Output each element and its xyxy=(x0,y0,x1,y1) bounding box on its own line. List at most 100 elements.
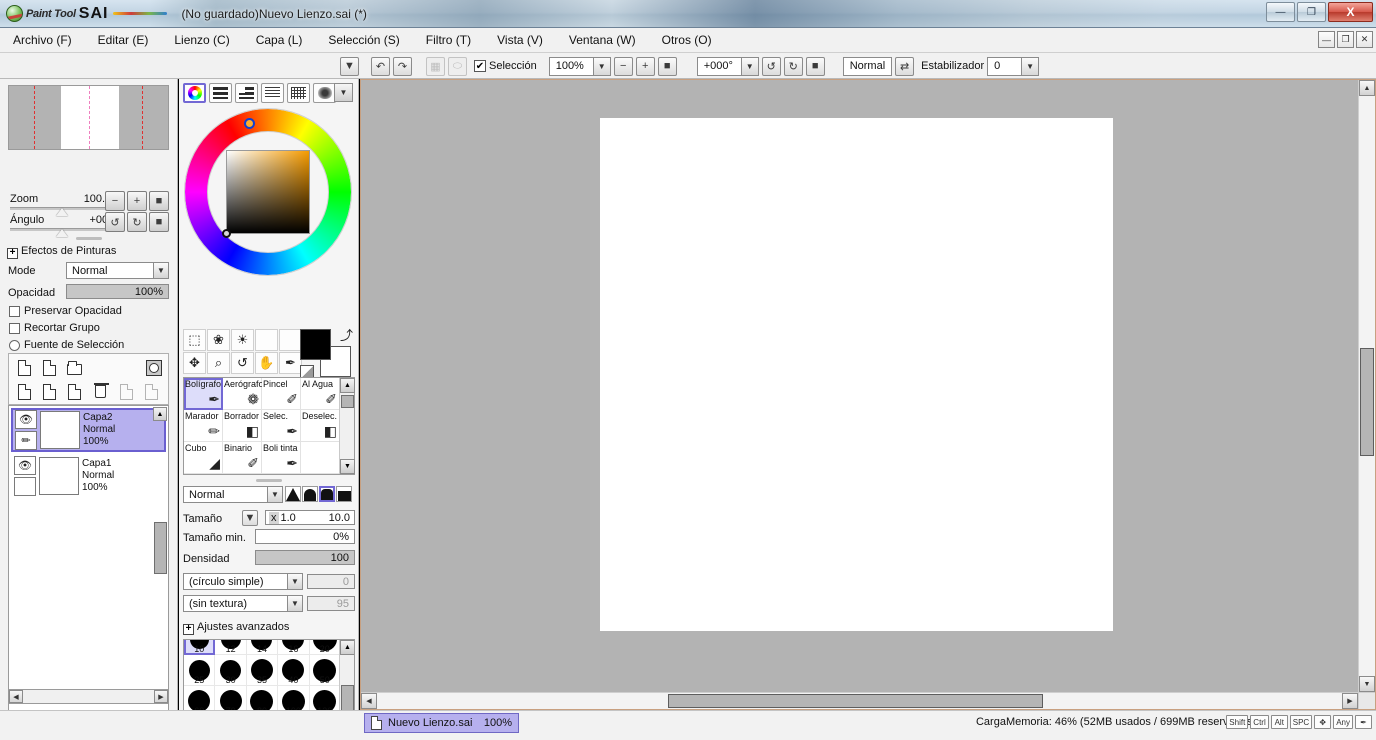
panel-resize-grip[interactable] xyxy=(75,237,102,240)
badge-spc[interactable]: SPC xyxy=(1289,715,1313,729)
layer-mask-button[interactable] xyxy=(144,358,163,377)
color-wheel[interactable] xyxy=(184,108,352,276)
toolbar-menu-dropdown-icon[interactable]: ▼ xyxy=(340,56,359,76)
stabilizer-field[interactable]: 0 ▼ xyxy=(987,56,1040,76)
menu-ventana[interactable]: Ventana (W) xyxy=(556,30,649,50)
mdi-minimize-button[interactable]: — xyxy=(1318,31,1335,48)
brush-deselec[interactable]: Deselec. ◧ xyxy=(301,410,340,442)
stabilizer-dropdown-icon[interactable]: ▼ xyxy=(1021,57,1039,75)
rotate-ccw-button[interactable]: ↺ xyxy=(761,56,781,76)
hand-tool[interactable]: ✋ xyxy=(255,352,278,374)
selection-source-radio[interactable] xyxy=(9,339,20,351)
brush-empty-slot[interactable] xyxy=(301,442,340,474)
clip-group-row[interactable]: Recortar Grupo xyxy=(9,322,100,334)
menu-capa[interactable]: Capa (L) xyxy=(243,30,316,50)
canvas-viewport[interactable] xyxy=(361,80,1358,692)
clip-group-checkbox[interactable] xyxy=(9,322,20,334)
brush-blend-mode-combo[interactable]: Normal ▼ xyxy=(183,486,283,503)
navigator-zoom-out-button[interactable]: − xyxy=(105,191,125,211)
color-mixer-mode-button[interactable] xyxy=(261,83,284,103)
menu-otros[interactable]: Otros (O) xyxy=(649,30,725,50)
canvas-scroll-down-button[interactable]: ▼ xyxy=(1359,676,1375,692)
canvas-scroll-right-button[interactable]: ▶ xyxy=(1342,693,1358,709)
restore-button[interactable]: ❐ xyxy=(1297,2,1326,22)
rotate-cw-button[interactable]: ↻ xyxy=(783,56,803,76)
rgb-sliders-mode-button[interactable] xyxy=(209,83,232,103)
navigator-zoom-in-button[interactable]: + xyxy=(127,191,147,211)
canvas-document[interactable] xyxy=(600,118,1113,631)
brush-boli-tinta[interactable]: Boli tinta ✒ xyxy=(262,442,301,474)
layer-select-icon[interactable]: ✏ xyxy=(14,477,36,496)
copy-layer-button[interactable] xyxy=(117,382,136,401)
layer-mode-dropdown-icon[interactable]: ▼ xyxy=(153,263,168,278)
rotate-reset-button[interactable]: ■ xyxy=(805,56,825,76)
brush-scroll-up[interactable]: ▲ xyxy=(340,378,355,393)
blank-tool-slot-2[interactable] xyxy=(279,329,302,351)
menu-filtro[interactable]: Filtro (T) xyxy=(413,30,484,50)
zoom-tool[interactable]: ⌕ xyxy=(207,352,230,374)
rect-select-tool[interactable]: ⬚ xyxy=(183,329,206,351)
layer-list-scroll-thumb[interactable] xyxy=(154,522,167,574)
brush-aerografo[interactable]: Aerógrafo ❁ xyxy=(223,378,262,410)
brush-texture-preset-combo[interactable]: (sin textura) ▼ xyxy=(183,595,303,612)
brush-scroll-thumb[interactable] xyxy=(341,395,354,408)
brush-shape-preset-combo[interactable]: (círculo simple) ▼ xyxy=(183,573,303,590)
badge-any[interactable]: Any xyxy=(1333,715,1353,729)
layer-mode-combo[interactable]: Normal ▼ xyxy=(66,262,169,279)
zoom-field[interactable]: 100% ▼ xyxy=(548,56,611,76)
lasso-select-tool[interactable]: ❀ xyxy=(207,329,230,351)
size-preset-10[interactable]: 10 xyxy=(184,640,216,655)
shape-triangle-button[interactable] xyxy=(285,486,301,502)
saturation-value-square[interactable] xyxy=(222,150,310,238)
swatches-mode-button[interactable] xyxy=(287,83,310,103)
navigator-angle-slider-knob[interactable] xyxy=(56,229,68,237)
menu-editar[interactable]: Editar (E) xyxy=(85,30,162,50)
new-layer-button[interactable] xyxy=(15,358,34,377)
left-panel-scroll-left[interactable]: ◀ xyxy=(9,690,23,703)
zoom-reset-button[interactable]: ■ xyxy=(657,56,677,76)
canvas-vscroll-thumb[interactable] xyxy=(1360,348,1374,456)
brush-list-scrollbar[interactable]: ▲ ▼ xyxy=(339,378,355,474)
minimize-button[interactable]: — xyxy=(1266,2,1295,22)
shape-flat-button[interactable] xyxy=(336,486,352,502)
rotate-tool[interactable]: ↺ xyxy=(231,352,254,374)
brush-pincel[interactable]: Pincel ✐ xyxy=(262,378,301,410)
brush-texture-preset-dropdown-icon[interactable]: ▼ xyxy=(287,596,302,611)
size-preset-16[interactable]: 16 xyxy=(278,640,310,655)
zoom-out-button[interactable]: − xyxy=(613,56,633,76)
brush-preset-list[interactable]: Bolígrafo ✒ Aerógrafo ❁ Pincel ✐ Al Agua… xyxy=(183,377,355,475)
brush-panel-grip[interactable] xyxy=(256,479,282,482)
brush-shape-preset-dropdown-icon[interactable]: ▼ xyxy=(287,574,302,589)
merge-selected-button[interactable] xyxy=(40,382,59,401)
expand-plus-icon[interactable]: + xyxy=(7,247,18,259)
menu-lienzo[interactable]: Lienzo (C) xyxy=(161,30,242,50)
size-preset-20[interactable]: 20 xyxy=(309,640,341,655)
brush-shape-preset-amount[interactable]: 0 xyxy=(307,574,355,589)
move-tool[interactable]: ✥ xyxy=(183,352,206,374)
brush-scroll-down[interactable]: ▼ xyxy=(340,459,355,474)
size-grid-scroll-up[interactable]: ▲ xyxy=(340,640,354,655)
size-preset-30[interactable]: 30 xyxy=(215,655,247,686)
size-preset-40[interactable]: 40 xyxy=(278,655,310,686)
add-layer-below-button[interactable] xyxy=(142,382,161,401)
brush-cubo[interactable]: Cubo ◢ xyxy=(184,442,223,474)
layer-visibility-icon[interactable]: 👁 xyxy=(15,410,37,429)
badge-shift[interactable]: Shift xyxy=(1226,715,1249,729)
scratchpad-mode-button[interactable] xyxy=(313,83,336,103)
canvas-scroll-up-button[interactable]: ▲ xyxy=(1359,80,1375,96)
layer-visibility-icon[interactable]: 👁 xyxy=(14,456,36,475)
magic-wand-tool[interactable]: ☀ xyxy=(231,329,254,351)
brush-size-dropdown-icon[interactable]: ▼ xyxy=(242,510,258,526)
color-panel-menu-button[interactable]: ▼ xyxy=(334,83,353,102)
sv-cursor-icon[interactable] xyxy=(222,229,231,238)
size-preset-14[interactable]: 14 xyxy=(246,640,279,655)
hue-cursor-icon[interactable] xyxy=(244,118,255,129)
mdi-restore-button[interactable]: ❐ xyxy=(1337,31,1354,48)
selection-mode-button[interactable]: ▦ xyxy=(426,56,445,76)
blank-tool-slot-1[interactable] xyxy=(255,329,278,351)
canvas-hscroll-thumb[interactable] xyxy=(668,694,1043,708)
navigator-rotate-cw-button[interactable]: ↻ xyxy=(127,212,147,232)
eyedropper-tool[interactable]: ✒ xyxy=(279,352,302,374)
layer-row-capa1[interactable]: 👁 ✏ Capa1 Normal 100% xyxy=(11,454,166,498)
new-linework-layer-button[interactable] xyxy=(40,358,59,377)
